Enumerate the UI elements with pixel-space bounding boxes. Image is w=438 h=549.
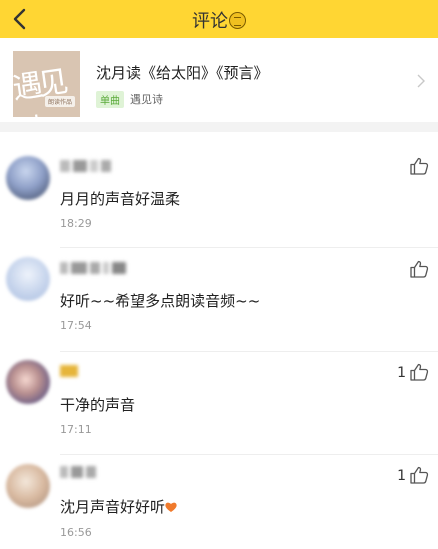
comment-divider [60, 454, 438, 455]
comment-text: 沈月声音好好听 [60, 496, 177, 517]
single-badge: 单曲 [96, 91, 124, 108]
cover-tag: 朗读作品 [44, 96, 75, 107]
song-cover: 遇见诗 朗读作品 [13, 51, 80, 117]
like-count: 1 [397, 468, 406, 484]
thumbs-up-icon[interactable] [409, 363, 429, 381]
comment-time: 16:56 [60, 526, 92, 539]
orange-heart-icon [165, 502, 177, 512]
thumbs-up-icon[interactable] [409, 466, 429, 484]
comment-text: 干净的声音 [60, 396, 136, 414]
username-blurred[interactable] [60, 262, 129, 276]
username-blurred[interactable] [60, 466, 99, 480]
comment-text: 好听~~希望多点朗读音频~~ [60, 292, 261, 310]
song-title: 沈月读《给太阳》《预言》 [96, 64, 269, 82]
thumbs-up-icon[interactable] [409, 260, 429, 278]
comment-text-content: 沈月声音好好听 [60, 498, 166, 516]
comment-divider [60, 247, 438, 248]
chevron-right-icon [417, 74, 425, 88]
username-blurred[interactable] [60, 160, 114, 174]
comment-divider [60, 351, 438, 352]
comment-text: 月月的声音好温柔 [60, 190, 181, 208]
page-title: 评论 [192, 11, 228, 32]
comment-time: 17:11 [60, 423, 92, 436]
username-blurred[interactable] [60, 365, 81, 379]
cover-text: 遇见诗 [13, 64, 67, 117]
cartoon-face-emoji [229, 12, 246, 29]
avatar[interactable] [6, 360, 50, 404]
comment-time: 17:54 [60, 319, 92, 332]
avatar[interactable] [6, 257, 50, 301]
page-title-wrap: 评论 [0, 7, 438, 33]
song-card[interactable]: 遇见诗 朗读作品 沈月读《给太阳》《预言》 单曲 遇见诗 [0, 38, 438, 122]
comment-time: 18:29 [60, 217, 92, 230]
avatar[interactable] [6, 464, 50, 508]
song-artist: 遇见诗 [130, 93, 163, 106]
top-bar: 评论 [0, 0, 438, 38]
thumbs-up-icon[interactable] [409, 157, 429, 175]
like-count: 1 [397, 365, 406, 381]
avatar[interactable] [6, 156, 50, 200]
section-divider [0, 122, 438, 132]
